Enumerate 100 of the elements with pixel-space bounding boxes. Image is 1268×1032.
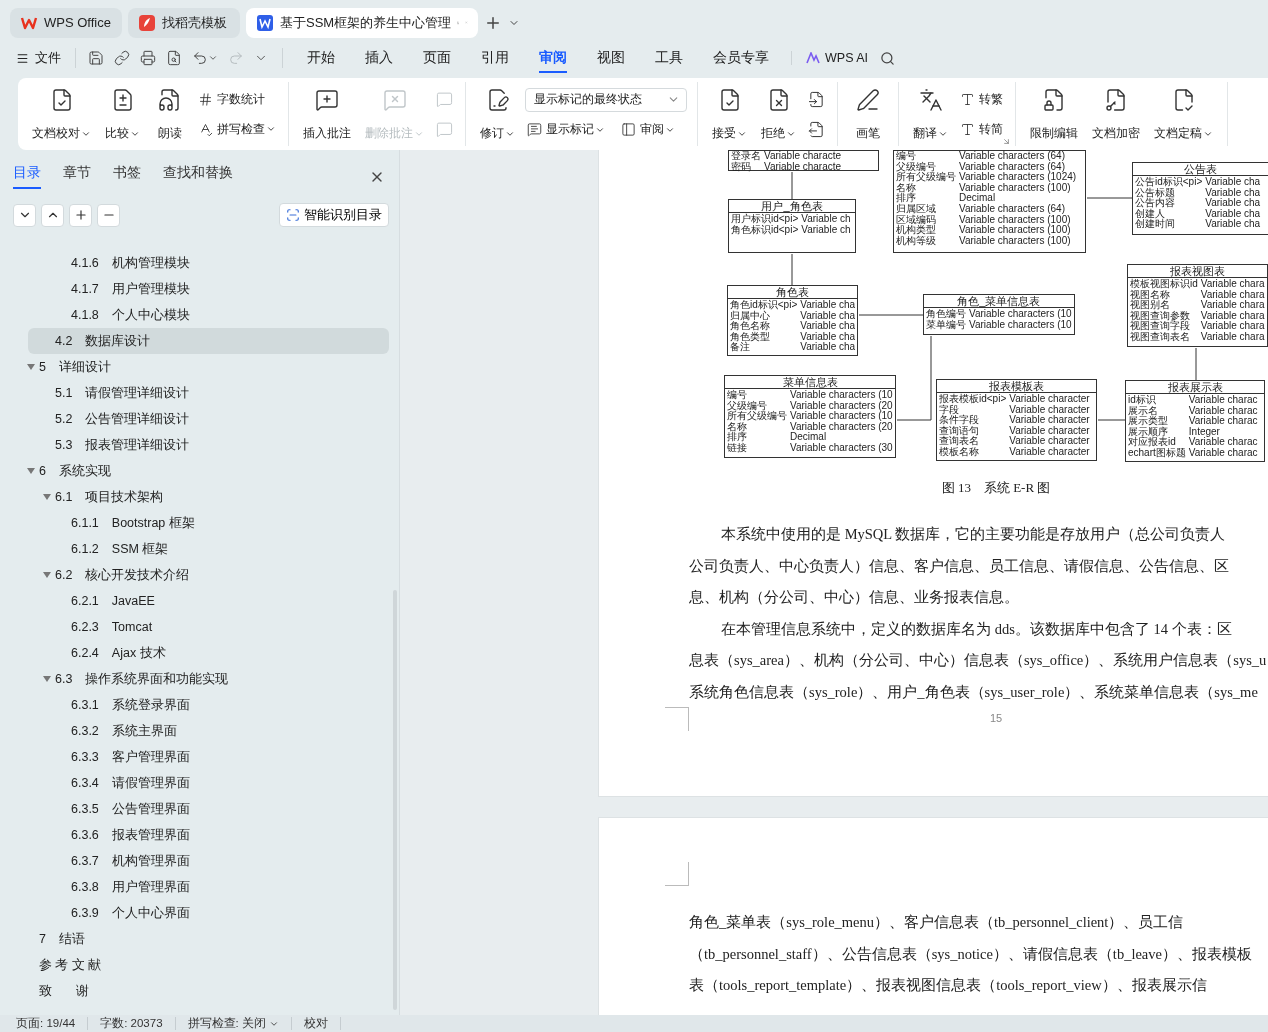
menu-tab[interactable]: 页面 xyxy=(423,43,451,73)
ribbon-button[interactable]: 接受 xyxy=(708,82,751,146)
attribute-name: 角色标识id<pi> xyxy=(731,224,799,236)
outline-item[interactable]: 5.2 公告管理详细设计 xyxy=(28,406,389,432)
redo-icon xyxy=(228,50,244,66)
outline-item[interactable]: 6.3.5 公告管理界面 xyxy=(28,796,389,822)
toolbar-button[interactable]: 审阅 xyxy=(619,119,677,141)
collapse-button[interactable] xyxy=(13,203,36,227)
outline-item[interactable]: 6.3.9 个人中心界面 xyxy=(28,900,389,926)
save-button[interactable] xyxy=(88,50,104,66)
outline-item[interactable]: 4.1.6 机构管理模块 xyxy=(28,250,389,276)
outline-item[interactable]: 6.3.1 系统登录界面 xyxy=(28,692,389,718)
outline-item[interactable]: 6.3.2 系统主界面 xyxy=(28,718,389,744)
ribbon-button[interactable]: 文档定稿 xyxy=(1150,82,1217,146)
attribute-type: Variable characters (20 xyxy=(790,421,893,432)
file-menu[interactable]: 文件 xyxy=(16,48,76,68)
outline-item[interactable]: 6.2.3 Tomcat xyxy=(28,614,389,640)
add-level-button[interactable] xyxy=(69,203,92,227)
menu-tab[interactable]: 工具 xyxy=(655,43,683,73)
expanded-caret-icon[interactable] xyxy=(27,467,35,475)
undo-button[interactable] xyxy=(192,50,218,66)
attribute-name: 公告内容 xyxy=(1135,198,1176,209)
menu-tab[interactable]: 插入 xyxy=(365,43,393,73)
status-item[interactable]: 拼写检查: 关闭 xyxy=(175,1017,292,1030)
panel-tab[interactable]: 查找和替换 xyxy=(163,164,233,189)
comment-plus-icon xyxy=(315,88,339,112)
panel-tab[interactable]: 目录 xyxy=(13,164,41,189)
attribute-name: 归属区域 xyxy=(896,203,937,214)
link-button[interactable] xyxy=(114,50,130,66)
menu-tab[interactable]: 开始 xyxy=(307,43,335,73)
ribbon-button[interactable]: 限制编辑 xyxy=(1026,82,1082,146)
caret-icon xyxy=(208,53,218,63)
outline-item[interactable]: 6.2.4 Ajax 技术 xyxy=(28,640,389,666)
expanded-caret-icon[interactable] xyxy=(43,571,51,579)
outline-item[interactable]: 5.3 报表管理详细设计 xyxy=(28,432,389,458)
ribbon-button[interactable]: 插入批注 xyxy=(299,82,355,146)
ribbon-button[interactable]: 比较 xyxy=(101,82,144,146)
toolbar-button[interactable]: 转繁 xyxy=(958,88,1005,110)
ribbon-button[interactable]: 画笔 xyxy=(848,82,888,146)
outline-item[interactable]: 4.1.8 个人中心模块 xyxy=(28,302,389,328)
attribute-name: 排序 xyxy=(727,432,747,443)
ai-button[interactable]: WPS AI xyxy=(791,51,869,65)
outline-item[interactable]: 参 考 文 献 xyxy=(28,952,389,978)
document-tab[interactable]: WPS Office xyxy=(10,7,122,38)
toolbar-button[interactable]: 转简 xyxy=(958,118,1005,140)
outline-item[interactable]: 6.2.1 JavaEE xyxy=(28,588,389,614)
menu-tab[interactable]: 视图 xyxy=(597,43,625,73)
attribute-type: Variable ch xyxy=(801,224,852,236)
outline-item[interactable]: 致 谢 xyxy=(28,978,389,1004)
menu-tab[interactable]: 审阅 xyxy=(539,43,567,73)
document-lock-icon xyxy=(1042,88,1066,112)
expand-button[interactable] xyxy=(41,203,64,227)
outline-item[interactable]: 6.3.7 机构管理界面 xyxy=(28,848,389,874)
ribbon-button[interactable]: 拒绝 xyxy=(757,82,800,146)
menu-tab[interactable]: 会员专享 xyxy=(713,43,769,73)
panel-tab[interactable]: 章节 xyxy=(63,164,91,189)
panel-tab[interactable]: 书签 xyxy=(113,164,141,189)
attribute-type: Variable characters (30 xyxy=(790,442,893,454)
attribute-name: 编号 xyxy=(896,151,916,161)
smart-outline-button[interactable]: 智能识别目录 xyxy=(279,203,389,227)
print-button[interactable] xyxy=(140,50,156,66)
outline-item[interactable]: 6 系统实现 xyxy=(28,458,389,484)
print-preview-button[interactable] xyxy=(166,50,182,66)
attribute-name: 视图名称 xyxy=(1130,289,1170,300)
expanded-caret-icon[interactable] xyxy=(43,675,51,683)
outline-item[interactable]: 7 结语 xyxy=(28,926,389,952)
ribbon-button[interactable]: 文档加密 xyxy=(1088,82,1144,146)
attribute-name: 视图查询参数 xyxy=(1130,310,1191,321)
outline-item[interactable]: 6.1 项目技术架构 xyxy=(28,484,389,510)
search-icon[interactable] xyxy=(880,50,896,66)
outline-item[interactable]: 4.1.7 用户管理模块 xyxy=(28,276,389,302)
previous-change-icon xyxy=(808,90,825,108)
document-tab[interactable]: 找稻壳模板 xyxy=(128,7,240,38)
ribbon-button[interactable]: 朗读 xyxy=(150,82,190,146)
outline-item[interactable]: 6.3.6 报表管理界面 xyxy=(28,822,389,848)
remove-level-button[interactable] xyxy=(97,203,120,227)
dialog-launcher-icon[interactable] xyxy=(1002,137,1011,146)
outline-item[interactable]: 6.3.3 客户管理界面 xyxy=(28,744,389,770)
outline-item[interactable]: 5 详细设计 xyxy=(28,354,389,380)
outline-item[interactable]: 5.1 请假管理详细设计 xyxy=(28,380,389,406)
outline-item[interactable]: 6.3 操作系统界面和功能实现 xyxy=(28,666,389,692)
ribbon-button[interactable]: 修订 xyxy=(476,82,519,146)
outline-item[interactable]: 6.1.1 Bootstrap 框架 xyxy=(28,510,389,536)
toolbar-button[interactable]: 拼写检查 xyxy=(196,118,278,140)
outline-item[interactable]: 6.3.4 请假管理界面 xyxy=(28,770,389,796)
outline-item[interactable]: 4.2 数据库设计 xyxy=(28,328,389,354)
outline-item[interactable]: 6.1.2 SSM 框架 xyxy=(28,536,389,562)
outline-item[interactable]: 6.3.8 用户管理界面 xyxy=(28,874,389,900)
expanded-caret-icon[interactable] xyxy=(43,493,51,501)
outline-item[interactable]: 6.2 核心开发技术介绍 xyxy=(28,562,389,588)
attribute-type: Variable cha xyxy=(1205,187,1262,198)
document-key-icon xyxy=(1104,88,1128,112)
expanded-caret-icon[interactable] xyxy=(27,363,35,371)
toolbar-button[interactable]: 显示标记 xyxy=(525,119,607,141)
toolbar-button[interactable]: 字数统计 xyxy=(196,88,267,110)
ribbon-button[interactable]: 翻译 xyxy=(909,82,952,146)
menu-tab[interactable]: 引用 xyxy=(481,43,509,73)
entity-title: 报表模板表 xyxy=(937,380,1096,393)
ribbon-button[interactable]: 文档校对 xyxy=(28,82,95,146)
markup-select[interactable]: 显示标记的最终状态 xyxy=(525,87,687,112)
